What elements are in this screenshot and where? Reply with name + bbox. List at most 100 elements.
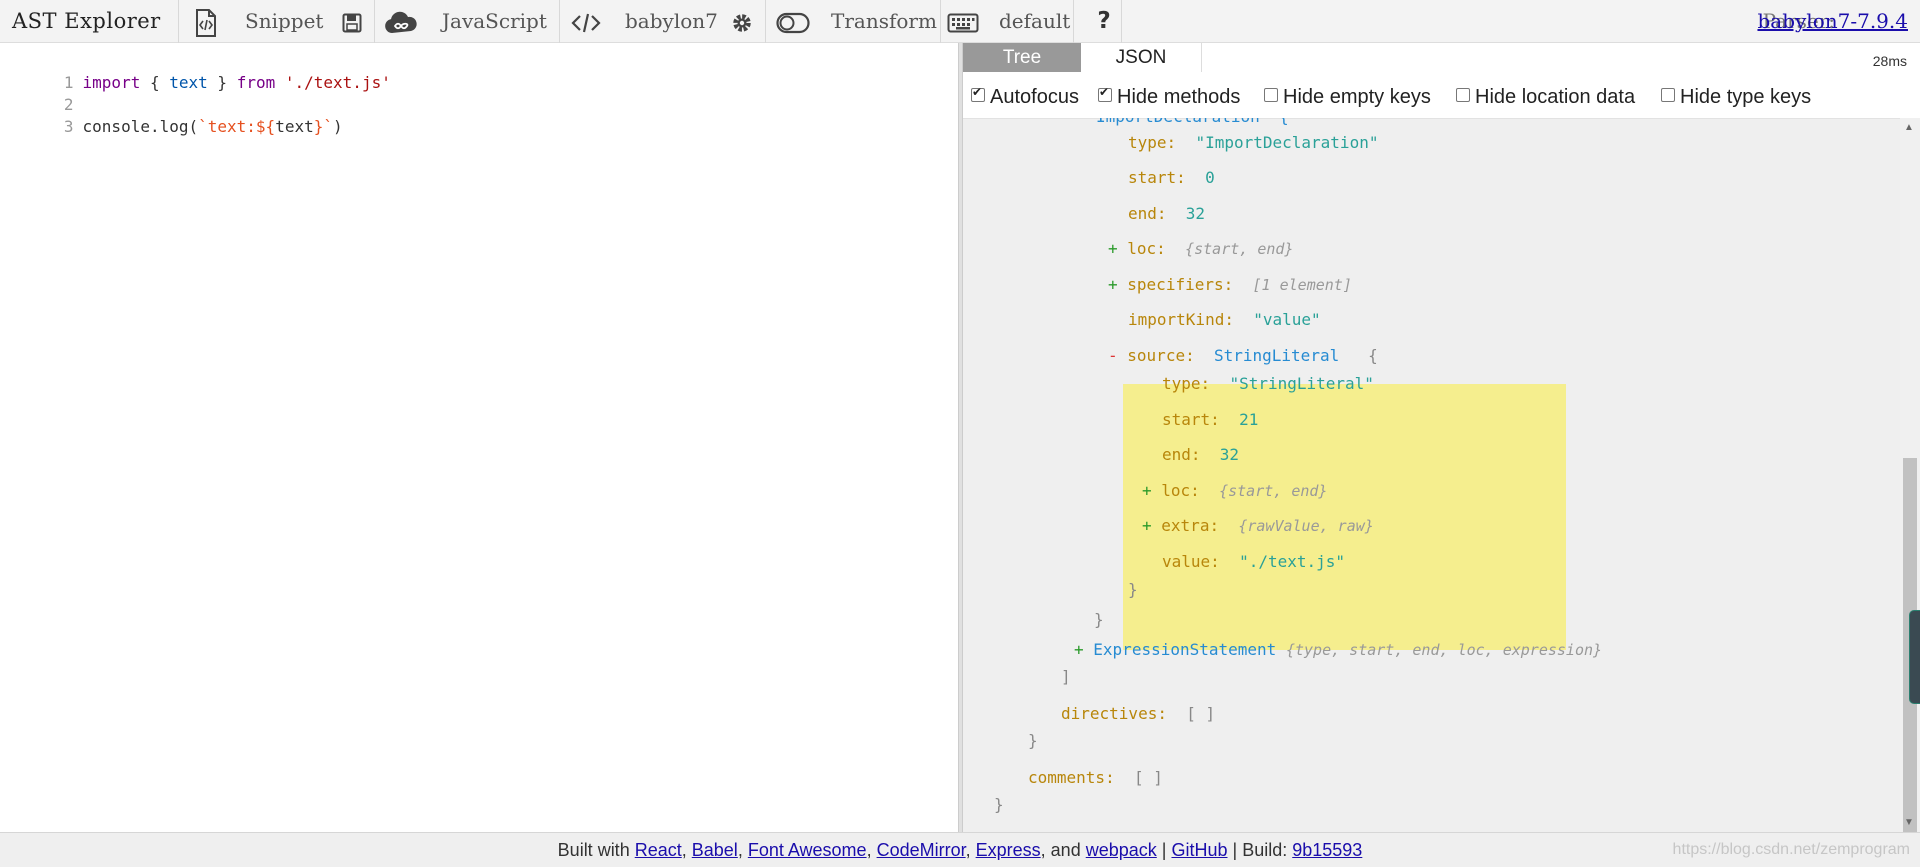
tree-property[interactable]: + loc: {start, end} <box>1108 239 1293 259</box>
github-link[interactable]: GitHub <box>1171 840 1227 860</box>
tree-property: start: 0 <box>1128 168 1215 188</box>
code-icon[interactable] <box>568 0 604 43</box>
prop-summary: {start, end} <box>1185 240 1294 258</box>
tree-property: value: "./text.js" <box>1162 552 1345 572</box>
prop-key: end: <box>1162 445 1201 464</box>
toolbar-separator <box>559 0 560 43</box>
scroll-down-arrow[interactable]: ▼ <box>1904 817 1914 828</box>
hide-methods-checkbox[interactable] <box>1098 84 1112 102</box>
app-title: AST Explorer <box>12 9 161 33</box>
token-call: console.log( <box>82 117 199 136</box>
toggle-off-icon[interactable] <box>773 0 813 43</box>
keymap-select[interactable]: default <box>999 0 1070 43</box>
closing-brace: } <box>1028 731 1038 750</box>
hide-type-keys-checkbox[interactable] <box>1661 88 1675 102</box>
option-label: Hide methods <box>1117 86 1241 108</box>
watermark: https://blog.csdn.net/zemprogram <box>1672 841 1910 858</box>
tree-property: end: 32 <box>1162 445 1239 465</box>
code-editor[interactable]: 1 import { text } from './text.js' 2 3 con… <box>0 43 958 832</box>
option-hide-empty-keys[interactable]: Hide empty keys <box>1264 72 1431 118</box>
hide-empty-keys-checkbox[interactable] <box>1264 88 1278 102</box>
gear-icon[interactable] <box>728 0 756 43</box>
tree-property: type: "StringLiteral" <box>1162 374 1374 394</box>
build-hash-link[interactable]: 9b15593 <box>1292 840 1362 860</box>
token-paren: ) <box>332 117 343 136</box>
tree-property: directives: [ ] <box>1061 704 1215 724</box>
tree-scrollbar[interactable]: ▲ ▼ <box>1900 118 1920 832</box>
tree-property[interactable]: + extra: {rawValue, raw} <box>1142 516 1374 536</box>
autofocus-checkbox[interactable] <box>971 84 985 102</box>
webpack-link[interactable]: webpack <box>1086 840 1157 860</box>
prop-summary: {start, end} <box>1219 482 1328 500</box>
token-variable: text <box>275 117 314 136</box>
tree-property: importKind: "value" <box>1128 310 1321 330</box>
snippet-file-code-icon[interactable] <box>190 0 222 43</box>
hide-location-data-checkbox[interactable] <box>1456 88 1470 102</box>
react-link[interactable]: React <box>635 840 682 860</box>
token-string: './text.js' <box>284 73 391 92</box>
parser-select[interactable]: babylon7 <box>625 0 718 43</box>
option-label: Hide type keys <box>1680 86 1812 108</box>
toolbar-separator <box>178 0 179 43</box>
prop-key: source: <box>1127 346 1195 365</box>
prop-key: start: <box>1162 410 1220 429</box>
codemirror-link[interactable]: CodeMirror <box>877 840 966 860</box>
scroll-up-arrow[interactable]: ▲ <box>1904 122 1914 133</box>
prop-value: [ ] <box>1186 704 1216 723</box>
tab-tree[interactable]: Tree <box>963 43 1081 72</box>
expand-toggle[interactable]: + <box>1074 640 1084 659</box>
tree-property: type: "ImportDeclaration" <box>1128 133 1378 153</box>
option-autofocus[interactable]: Autofocus <box>971 72 1079 118</box>
build-label: Build: <box>1242 840 1288 860</box>
prop-value: "./text.js" <box>1239 552 1346 571</box>
tree-property[interactable]: - source: StringLiteral { <box>1108 346 1378 366</box>
tree-property[interactable]: + loc: {start, end} <box>1142 481 1327 501</box>
built-with-text: Built with <box>557 840 630 860</box>
expand-toggle[interactable]: + <box>1142 516 1152 535</box>
collapse-toggle[interactable]: - <box>1108 346 1118 365</box>
prop-value: "ImportDeclaration" <box>1195 133 1379 152</box>
prop-key: type: <box>1128 133 1177 152</box>
tree-property: comments: [ ] <box>1028 768 1163 788</box>
parser-version-link[interactable]: babylon7-7.9.4 <box>1757 0 1908 43</box>
keyboard-icon[interactable] <box>945 0 981 43</box>
toolbar-separator <box>940 0 941 43</box>
expand-toggle[interactable]: + <box>1142 481 1152 500</box>
code-line: 1 import { text } from './text.js' <box>0 50 391 92</box>
prop-summary: {rawValue, raw} <box>1238 517 1374 535</box>
snippet-menu[interactable]: Snippet <box>245 0 323 43</box>
toolbar: AST Explorer Snippet JavaScript babylon7… <box>0 0 1920 43</box>
cloud-infinity-icon[interactable] <box>383 0 419 43</box>
font-awesome-link[interactable]: Font Awesome <box>748 840 867 860</box>
option-hide-location-data[interactable]: Hide location data <box>1456 72 1635 118</box>
tree-property[interactable]: + specifiers: [1 element] <box>1108 275 1352 295</box>
transform-toggle[interactable]: Transform <box>831 0 937 43</box>
tree-property: end: 32 <box>1128 204 1205 224</box>
save-icon[interactable] <box>338 0 366 43</box>
option-hide-type-keys[interactable]: Hide type keys <box>1661 72 1811 118</box>
babel-link[interactable]: Babel <box>692 840 738 860</box>
option-hide-methods[interactable]: Hide methods <box>1098 72 1240 118</box>
help-question-icon[interactable]: ? <box>1086 0 1122 43</box>
node-type[interactable]: StringLiteral <box>1214 346 1339 365</box>
expand-toggle[interactable]: + <box>1108 239 1118 258</box>
prop-key: type: <box>1162 374 1211 393</box>
tree-node[interactable]: + ExpressionStatement {type, start, end,… <box>1074 640 1602 660</box>
token-template: `text:${ <box>198 117 276 136</box>
expand-toggle[interactable]: + <box>1108 275 1118 294</box>
prop-key: end: <box>1128 204 1167 223</box>
language-select[interactable]: JavaScript <box>442 0 547 43</box>
tab-json[interactable]: JSON <box>1081 43 1202 72</box>
tree-node-type[interactable]: ImportDeclaration { <box>1096 118 1289 127</box>
prop-value: 21 <box>1239 410 1259 429</box>
brace: { <box>1368 346 1378 365</box>
side-widget[interactable] <box>1909 610 1920 704</box>
output-pane: Tree JSON 28ms Autofocus Hide methods Hi… <box>963 43 1920 832</box>
toolbar-separator <box>1121 0 1122 43</box>
closing-brace: } <box>1128 580 1138 599</box>
express-link[interactable]: Express <box>976 840 1041 860</box>
node-type[interactable]: ExpressionStatement <box>1093 640 1276 659</box>
closing-brace: } <box>994 795 1004 814</box>
token-keyword: from <box>236 73 276 92</box>
prop-key: start: <box>1128 168 1186 187</box>
